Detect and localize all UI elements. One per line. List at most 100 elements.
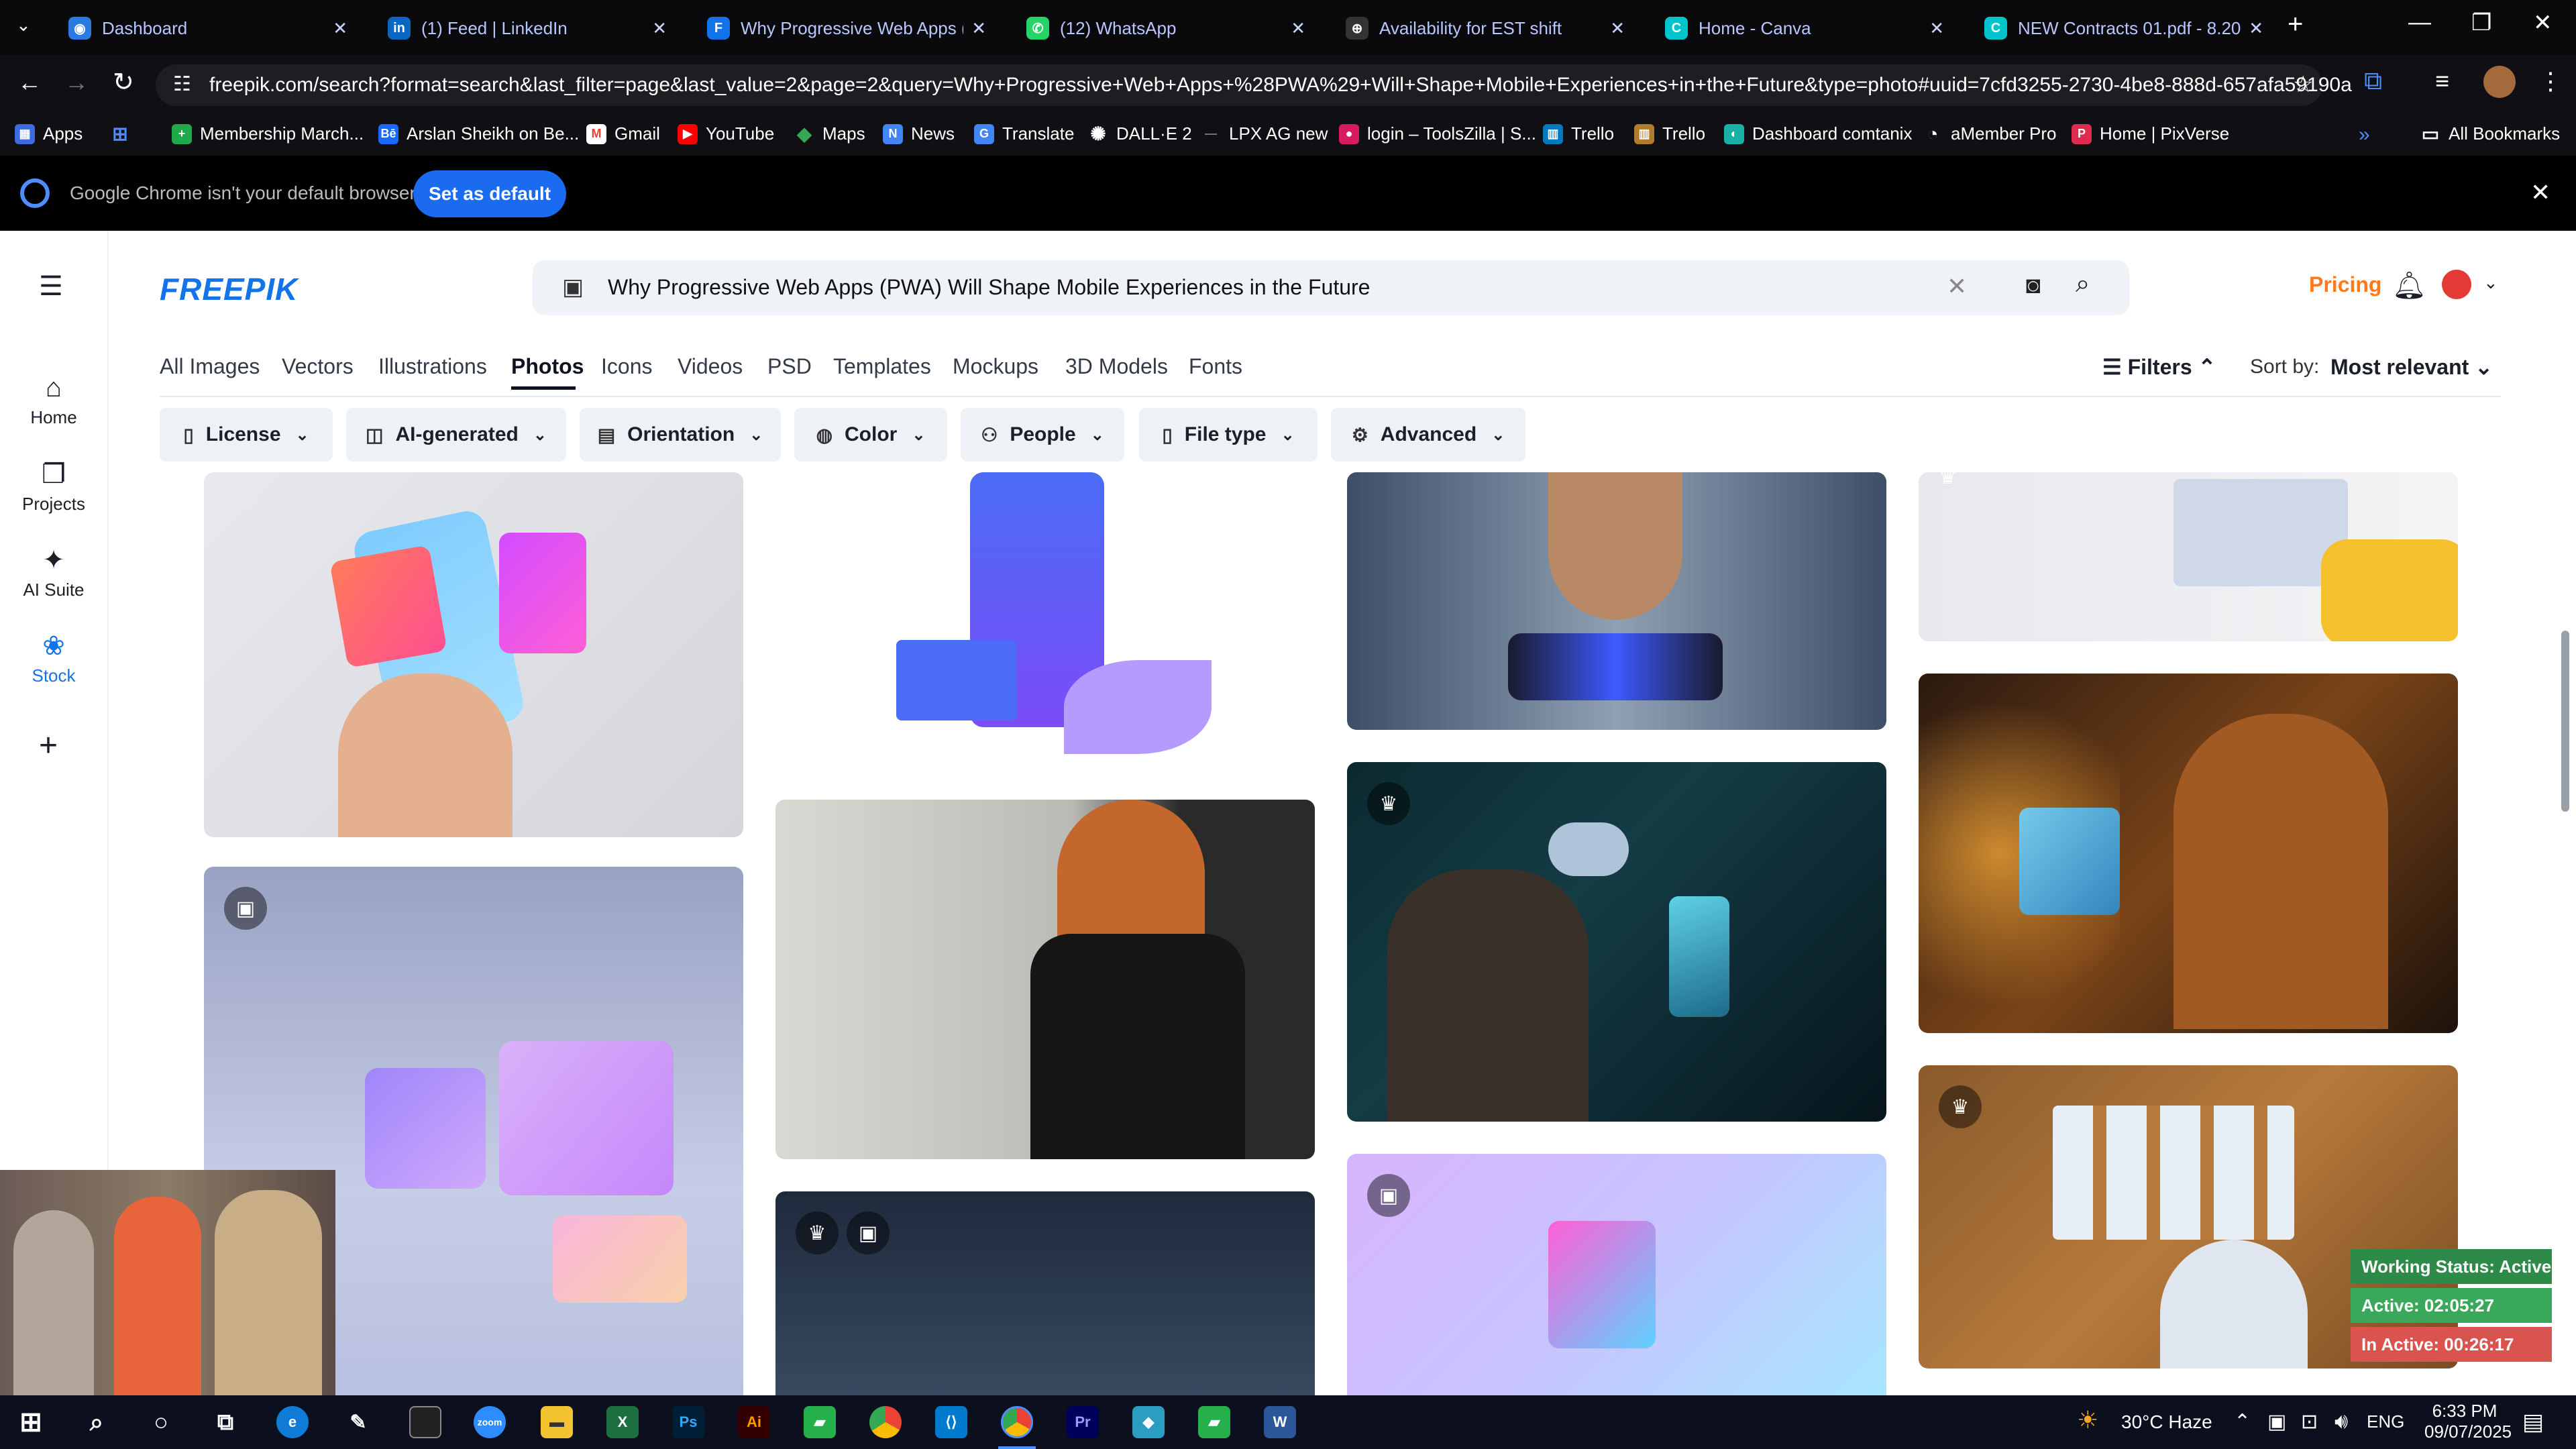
freepik-logo[interactable]: FREEPIK — [160, 271, 298, 307]
menu-icon[interactable]: ⋮ — [2538, 67, 2563, 95]
close-icon[interactable]: ✕ — [652, 18, 667, 39]
tab-templates[interactable]: Templates — [833, 354, 931, 379]
chevron-up-icon[interactable]: ⌃ — [2234, 1410, 2251, 1434]
restore-button[interactable]: ❐ — [2471, 9, 2491, 36]
tab-freepik[interactable]: F Why Progressive Web Apps (PW ✕ — [692, 7, 1001, 50]
filters-toggle[interactable]: ☰ Filters ⌃ — [2102, 354, 2216, 380]
set-default-button[interactable]: Set as default — [413, 170, 566, 217]
close-icon[interactable]: ✕ — [971, 18, 986, 39]
bookmark-translate[interactable]: G Translate — [974, 123, 1074, 144]
user-avatar[interactable] — [2442, 270, 2471, 299]
tab-illustrations[interactable]: Illustrations — [378, 354, 487, 379]
wifi-icon[interactable]: ⊡ — [2301, 1410, 2318, 1434]
search-icon[interactable]: ⌕ — [80, 1406, 113, 1438]
terminal-icon[interactable] — [409, 1406, 441, 1438]
task-view-icon[interactable]: ⧉ — [209, 1406, 241, 1438]
weather-text[interactable]: 30°C Haze — [2121, 1411, 2212, 1433]
bookmark-behance[interactable]: Bē Arslan Sheikh on Be... — [378, 123, 579, 144]
result-image-laptop-wireframes[interactable]: ♛ — [1919, 472, 2458, 641]
profile-avatar[interactable] — [2483, 66, 2516, 98]
result-image-woman-tablet[interactable] — [775, 800, 1315, 1159]
page-scrollbar[interactable] — [2561, 631, 2569, 812]
filter-advanced[interactable]: ⚙ Advanced ⌄ — [1331, 408, 1525, 462]
result-image-hand-phone-floating[interactable]: ▣ — [1347, 1154, 1886, 1395]
bookmark-trello-1[interactable]: ▥ Trello — [1543, 123, 1614, 144]
filter-file-type[interactable]: ▯ File type ⌄ — [1139, 408, 1318, 462]
volume-icon[interactable]: 🔊︎ — [2334, 1409, 2348, 1434]
chevron-down-icon[interactable]: ⌄ — [2483, 272, 2498, 293]
search-bar[interactable]: ▣ Why Progressive Web Apps (PWA) Will Sh… — [533, 260, 2129, 315]
minimize-button[interactable]: — — [2408, 9, 2431, 36]
cortana-icon[interactable]: ○ — [145, 1406, 177, 1438]
premiere-icon[interactable]: Pr — [1067, 1406, 1099, 1438]
result-image-hand-phone-uiux[interactable] — [204, 472, 743, 837]
camera-icon[interactable]: ◙ — [2026, 271, 2041, 299]
pricing-link[interactable]: Pricing — [2309, 272, 2381, 297]
site-info-icon[interactable]: ☷ — [173, 72, 191, 96]
chrome-icon[interactable] — [869, 1406, 902, 1438]
close-icon[interactable]: ✕ — [1291, 18, 1305, 39]
bookmark-amember[interactable]: ◔ aMember Pro — [1923, 123, 2057, 144]
tab-videos[interactable]: Videos — [678, 354, 743, 379]
tab-icons[interactable]: Icons — [601, 354, 652, 379]
sort-dropdown[interactable]: Most relevant ⌄ — [2330, 354, 2493, 380]
new-tab-button[interactable]: + — [2288, 9, 2303, 40]
pen-icon[interactable]: ✎ — [342, 1406, 374, 1438]
excel-icon[interactable]: X — [606, 1406, 639, 1438]
tab-psd[interactable]: PSD — [767, 354, 812, 379]
photoshop-icon[interactable]: Ps — [672, 1406, 704, 1438]
tab-canva-home[interactable]: C Home - Canva ✕ — [1650, 7, 1959, 50]
close-icon[interactable]: ✕ — [2530, 178, 2551, 207]
bookmark-maps[interactable]: ◆ Maps — [794, 123, 865, 144]
url-bar[interactable]: ☷ freepik.com/search?format=search&last_… — [156, 64, 2352, 106]
bookmark-star-icon[interactable]: ☆ — [2293, 71, 2313, 98]
clock[interactable]: 6:33 PM 09/07/2025 — [2424, 1401, 2512, 1442]
close-icon[interactable]: ✕ — [1929, 18, 1944, 39]
tab-vectors[interactable]: Vectors — [282, 354, 354, 379]
result-image-city-phone[interactable]: ♛ ▣ — [775, 1191, 1315, 1395]
close-icon[interactable]: ✕ — [1610, 18, 1625, 39]
bookmark-dalle[interactable]: ✺ DALL·E 2 — [1088, 123, 1191, 144]
close-window-button[interactable]: ✕ — [2533, 9, 2553, 36]
tab-dashboard[interactable]: ◉ Dashboard ✕ — [54, 7, 362, 50]
camtasia-icon[interactable]: ▰ — [804, 1406, 836, 1438]
clear-search-icon[interactable]: ✕ — [1947, 272, 1967, 301]
bookmark-pixverse[interactable]: P Home | PixVerse — [2072, 123, 2229, 144]
open-app-button[interactable]: Open App ↗ — [2458, 1216, 2553, 1235]
bookmark-apps[interactable]: ▦ Apps — [15, 123, 83, 144]
tab-fonts[interactable]: Fonts — [1189, 354, 1242, 379]
tab-whatsapp[interactable]: ✆ (12) WhatsApp ✕ — [1012, 7, 1320, 50]
reload-icon[interactable]: ↻ — [113, 67, 134, 97]
sidebar-item-home[interactable]: ⌂ Home — [0, 373, 107, 428]
result-image-man-phone-street[interactable] — [1347, 472, 1886, 730]
video-overlay[interactable] — [0, 1170, 335, 1395]
close-icon[interactable]: ✕ — [333, 18, 347, 39]
word-icon[interactable]: W — [1264, 1406, 1296, 1438]
camtasia-recorder-icon[interactable]: ▰ — [1198, 1406, 1230, 1438]
windows-start-icon[interactable]: ⊞ — [15, 1406, 47, 1438]
bookmark-trello-2[interactable]: ▥ Trello — [1634, 123, 1705, 144]
close-icon[interactable]: ✕ — [2249, 18, 2263, 39]
back-icon[interactable]: ← — [17, 68, 42, 97]
vscode-icon[interactable]: ⟨⟩ — [935, 1406, 967, 1438]
filter-orientation[interactable]: ▤ Orientation ⌄ — [580, 408, 781, 462]
edge-icon[interactable]: e — [276, 1406, 309, 1438]
result-image-man-desk-lamp[interactable]: ♛ — [1347, 762, 1886, 1122]
file-explorer-icon[interactable]: ▬ — [541, 1406, 573, 1438]
tab-3d-models[interactable]: 3D Models — [1065, 354, 1168, 379]
bookmark-lpx[interactable]: — LPX AG new — [1201, 123, 1328, 144]
illustrator-icon[interactable]: Ai — [738, 1406, 770, 1438]
tab-mockups[interactable]: Mockups — [953, 354, 1038, 379]
result-image-man-headphones-phone[interactable] — [1919, 674, 2458, 1033]
tab-all-images[interactable]: All Images — [160, 354, 260, 379]
result-image-app-developer-illustration[interactable] — [775, 472, 1315, 767]
bookmark-gmail[interactable]: M Gmail — [586, 123, 660, 144]
bookmark-membership[interactable]: + Membership March... — [172, 123, 364, 144]
chrome-active-icon[interactable] — [1001, 1406, 1033, 1438]
hamburger-icon[interactable]: ☰ — [39, 271, 63, 302]
extensions-icon[interactable]: ⧉ — [2364, 67, 2382, 96]
notification-icon[interactable]: ▤ — [2522, 1409, 2544, 1436]
language-indicator[interactable]: ENG — [2367, 1411, 2404, 1432]
bookmark-news[interactable]: N News — [883, 123, 955, 144]
bookmark-comtanix[interactable]: ◐ Dashboard comtanix — [1724, 123, 1912, 144]
